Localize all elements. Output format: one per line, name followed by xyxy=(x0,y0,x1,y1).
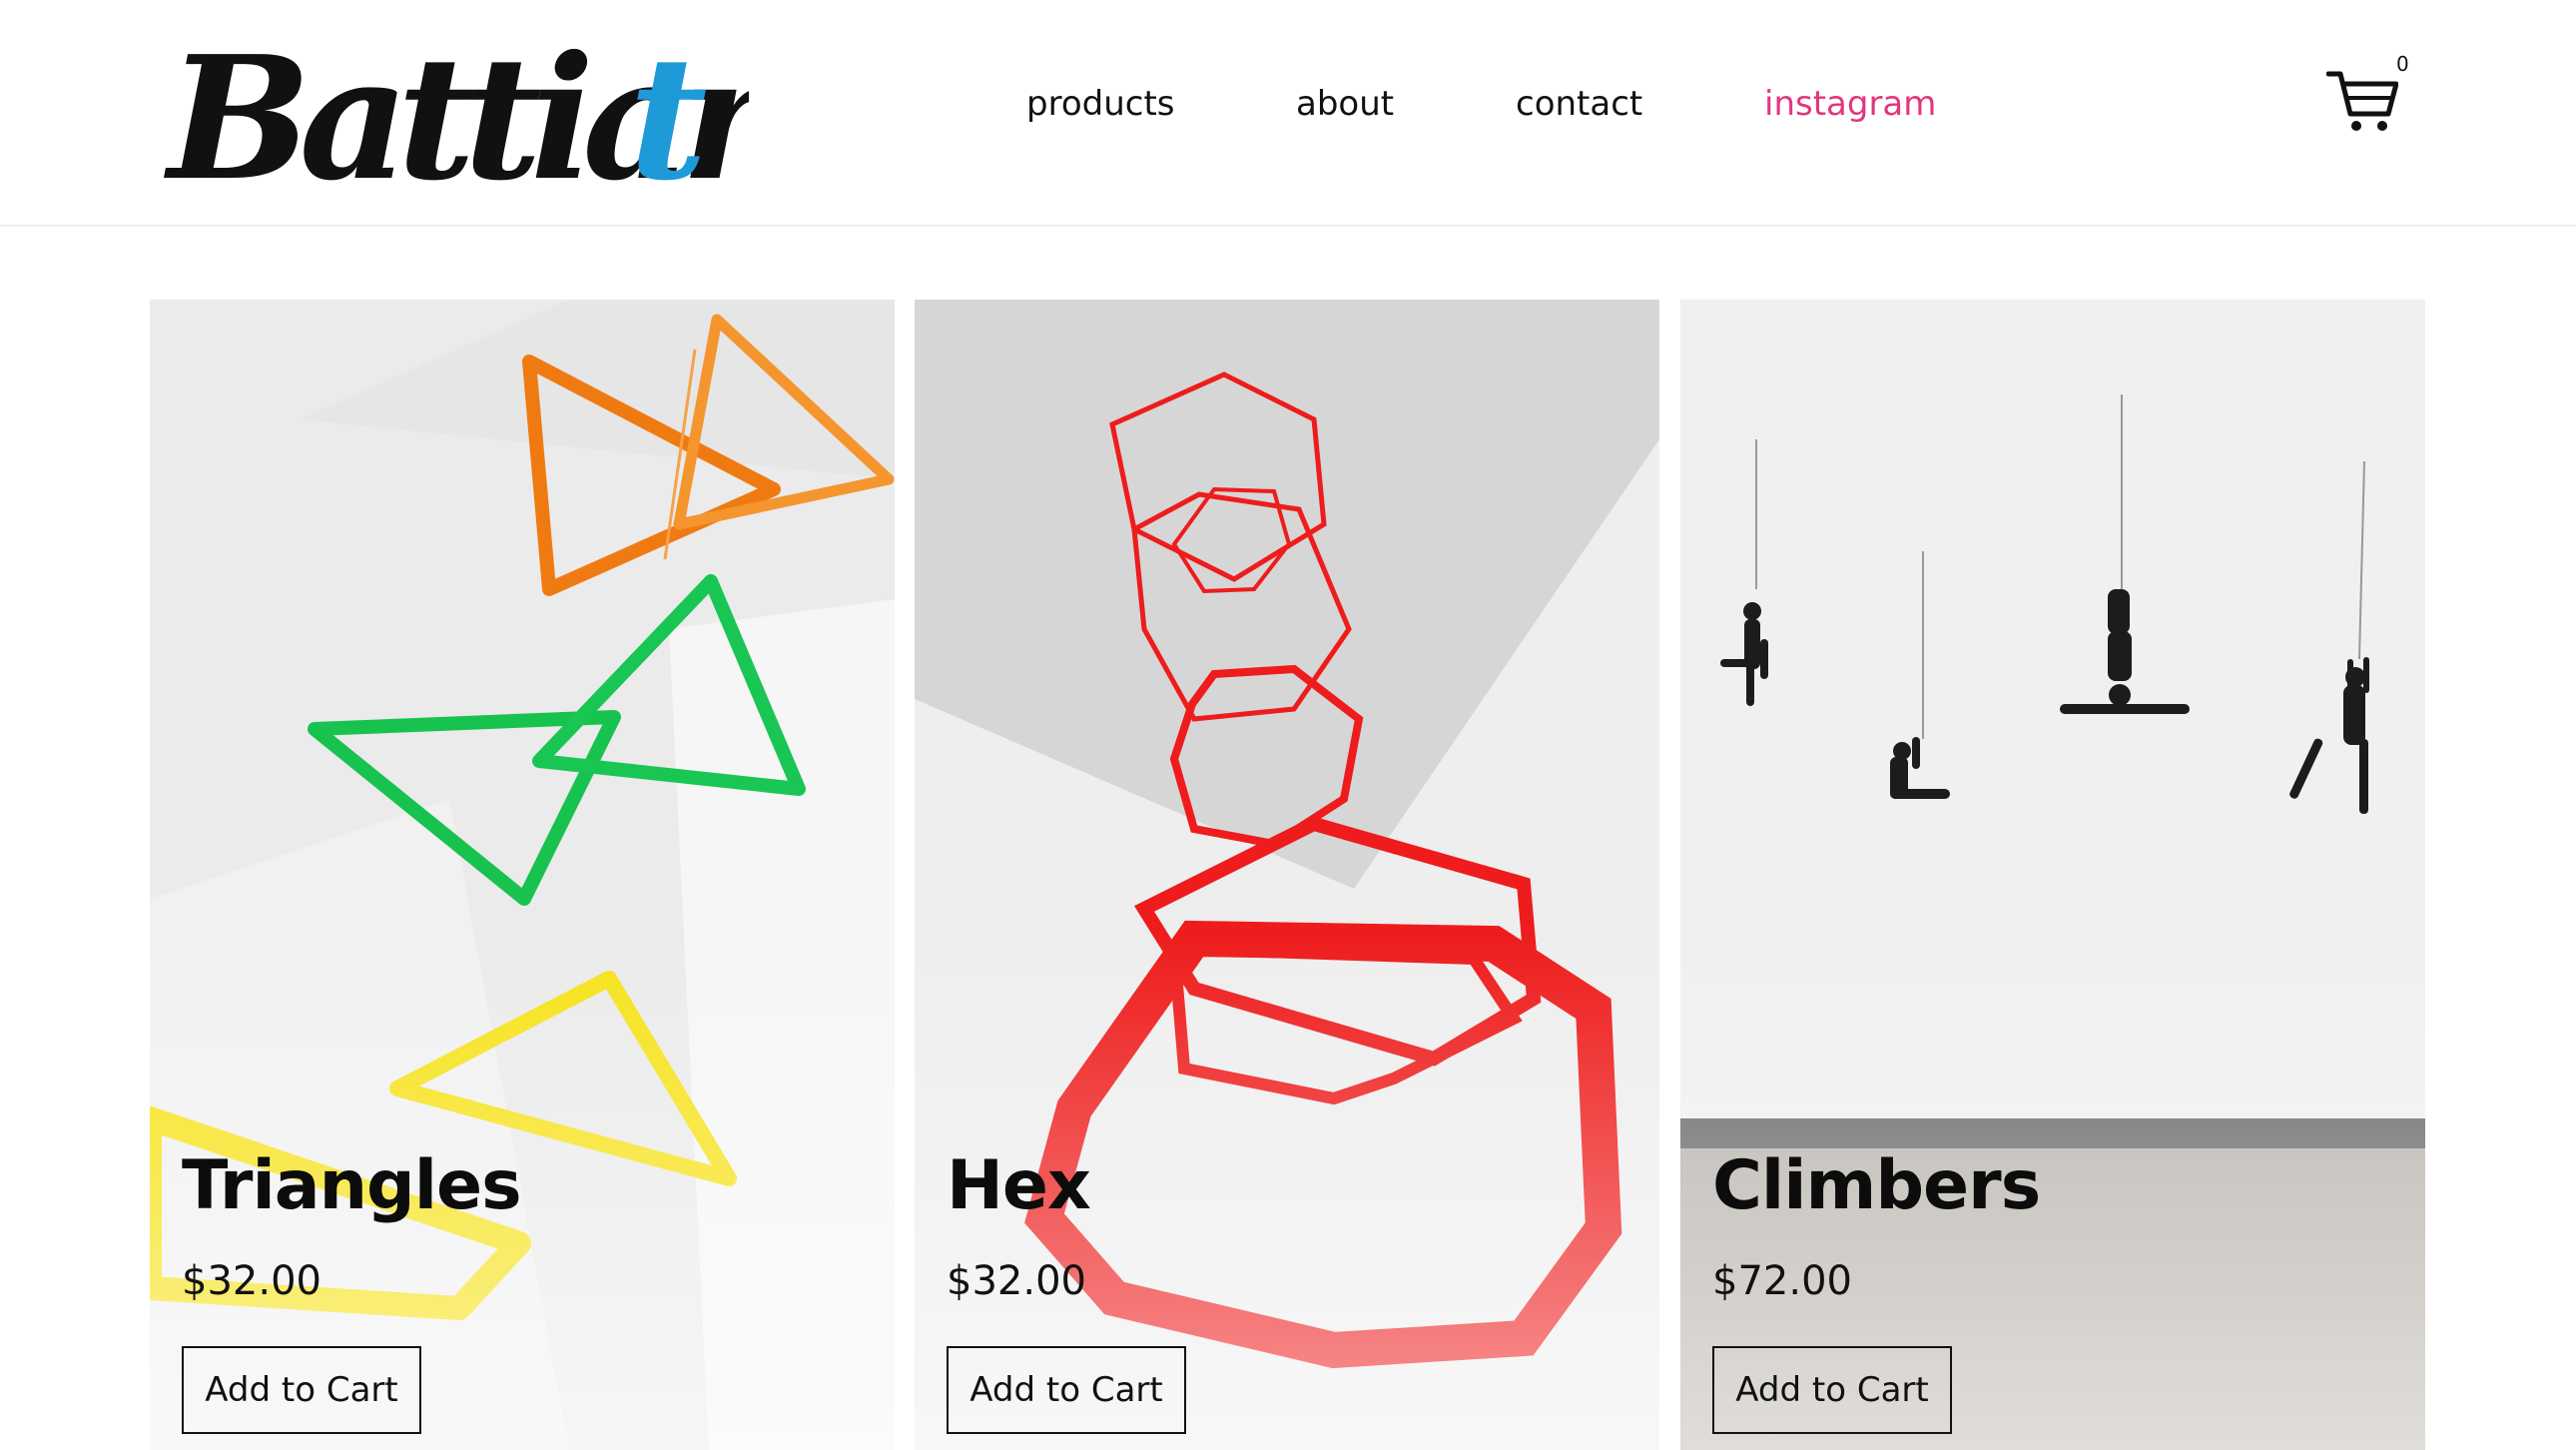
product-price: $32.00 xyxy=(947,1258,1086,1304)
product-price: $72.00 xyxy=(1712,1258,1852,1304)
product-title: Hex xyxy=(947,1146,1091,1225)
nav-about[interactable]: about xyxy=(1296,78,1394,130)
add-to-cart-button[interactable]: Add to Cart xyxy=(182,1346,421,1434)
nav-products[interactable]: products xyxy=(1026,78,1174,130)
cart-count-badge: 0 xyxy=(2396,52,2409,76)
shopping-cart-icon[interactable] xyxy=(2326,68,2398,134)
product-card-hex[interactable]: Hex $32.00 Add to Cart xyxy=(915,300,1659,1450)
product-card-triangles[interactable]: Triangles $32.00 Add to Cart xyxy=(150,300,895,1450)
svg-text:t: t xyxy=(629,19,708,215)
add-to-cart-button[interactable]: Add to Cart xyxy=(1712,1346,1952,1434)
product-title: Triangles xyxy=(182,1146,522,1225)
product-card-climbers[interactable]: Climbers $72.00 Add to Cart xyxy=(1680,300,2425,1450)
nav-contact[interactable]: contact xyxy=(1516,78,1642,130)
product-title: Climbers xyxy=(1712,1146,2041,1225)
product-price: $32.00 xyxy=(182,1258,322,1304)
site-header: Battiar t products about contact instagr… xyxy=(0,0,2576,227)
nav-instagram[interactable]: instagram xyxy=(1764,78,1936,130)
add-to-cart-button[interactable]: Add to Cart xyxy=(947,1346,1186,1434)
battiart-logo[interactable]: Battiar t xyxy=(160,0,749,215)
